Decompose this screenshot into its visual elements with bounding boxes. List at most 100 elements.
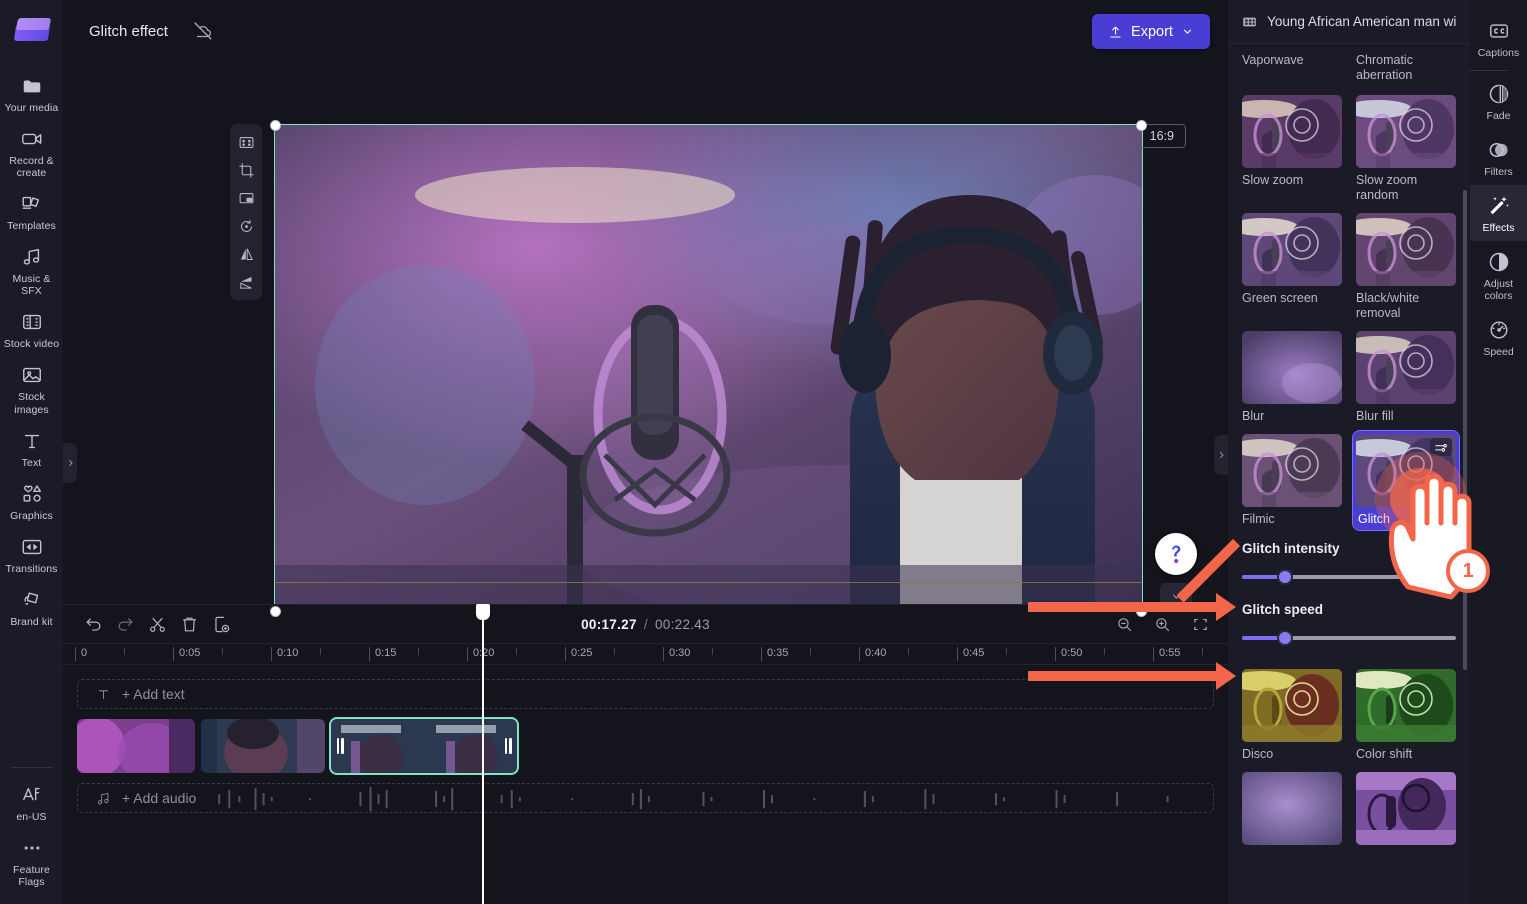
resize-handle-tl[interactable] <box>270 120 281 131</box>
video-preview-area: 16:9 <box>63 62 1228 648</box>
effect-item-slow-zoom[interactable]: Slow zoom <box>1242 95 1342 203</box>
ruler-label: 0:55 <box>1159 647 1181 659</box>
fit-frame-icon[interactable] <box>232 129 260 155</box>
timeline: 00:17.27 / 00:22.43 0 0:05 0:10 0:15 0:2… <box>63 604 1228 904</box>
tab-filters[interactable]: Filters <box>1470 129 1527 185</box>
nav-label: Transitions <box>5 562 58 575</box>
sidebar-item-record-create[interactable]: Record & create <box>0 120 63 185</box>
sidebar-item-graphics[interactable]: Graphics <box>0 475 63 528</box>
sidebar-item-brand-kit[interactable]: Brand kit <box>0 581 63 634</box>
effect-item[interactable]: Chromatic aberration <box>1356 48 1456 83</box>
scissors-icon[interactable] <box>141 609 173 639</box>
effect-thumbnail <box>1356 772 1456 845</box>
sidebar-item-stock-images[interactable]: Stock images <box>0 356 63 421</box>
media-folder-icon <box>19 74 45 98</box>
ruler-label: 0:40 <box>865 647 887 659</box>
effect-thumbnail <box>1356 331 1456 404</box>
time-separator: / <box>643 616 648 632</box>
slider-control[interactable] <box>1242 627 1456 649</box>
pip-icon[interactable] <box>232 185 260 211</box>
effect-label: Slow zoom <box>1242 173 1304 187</box>
resize-handle-tr[interactable] <box>1136 120 1147 131</box>
effect-label: Blur <box>1242 409 1265 423</box>
collapse-right-panel-button[interactable] <box>1214 435 1228 475</box>
export-button-label: Export <box>1131 23 1173 40</box>
help-button[interactable] <box>1155 533 1197 575</box>
timeline-toolbar: 00:17.27 / 00:22.43 <box>63 605 1228 643</box>
cloud-off-icon[interactable] <box>186 15 220 47</box>
effect-item-item[interactable] <box>1242 772 1342 845</box>
ruler-label: 0:15 <box>375 647 397 659</box>
effect-item-slow-zoom-random[interactable]: Slow zoom random <box>1356 95 1456 203</box>
film-strip-icon <box>1243 17 1256 26</box>
sidebar-item-your-media[interactable]: Your media <box>0 67 63 120</box>
tab-speed[interactable]: Speed <box>1470 309 1527 365</box>
sidebar-item-transitions[interactable]: Transitions <box>0 528 63 581</box>
transitions-icon <box>19 535 45 559</box>
slider-control[interactable] <box>1242 566 1456 588</box>
crop-icon[interactable] <box>232 157 260 183</box>
rotate-icon[interactable] <box>232 213 260 239</box>
effect-item-item[interactable] <box>1356 772 1456 845</box>
resize-handle-bl[interactable] <box>270 606 281 617</box>
add-audio-track[interactable]: + Add audio <box>77 783 1214 813</box>
effect-item-filmic[interactable]: Filmic <box>1242 434 1342 527</box>
effect-label: Color shift <box>1356 747 1413 761</box>
panel-scrollbar[interactable] <box>1463 190 1467 670</box>
effect-item-blur[interactable]: Blur <box>1242 331 1342 424</box>
effect-item-color-shift[interactable]: Color shift <box>1356 669 1456 762</box>
timeline-ruler[interactable]: 0 0:05 0:10 0:15 0:20 0:25 0:30 0:35 0:40 0:45 0:5… <box>63 643 1228 665</box>
table-row[interactable] <box>329 717 519 775</box>
sidebar-item-music-sfx[interactable]: Music & SFX <box>0 238 63 303</box>
redo-icon[interactable] <box>109 609 141 639</box>
sidebar-item-feature-flags[interactable]: Feature Flags <box>0 829 63 894</box>
filters-icon <box>1486 138 1512 162</box>
sidebar-item-en-us[interactable]: en-US <box>0 776 63 829</box>
ruler-label: 0:50 <box>1061 647 1083 659</box>
ruler-label: 0:05 <box>179 647 201 659</box>
close-hint-button[interactable] <box>1160 583 1192 609</box>
effect-item-black-white-removal[interactable]: Black/white removal <box>1356 213 1456 321</box>
clipchamp-logo <box>13 13 51 47</box>
collapse-left-panel-button[interactable] <box>63 443 77 483</box>
export-button[interactable]: Export <box>1092 14 1210 49</box>
effect-item-green-screen[interactable]: Green screen <box>1242 213 1342 321</box>
preview-image <box>275 125 1142 612</box>
sidebar-item-text[interactable]: Text <box>0 422 63 475</box>
slider-thumb[interactable] <box>1276 569 1293 585</box>
slider-thumb[interactable] <box>1276 630 1293 646</box>
film-strip-icon <box>19 310 45 334</box>
table-row[interactable] <box>77 719 195 773</box>
tab-captions[interactable]: Captions <box>1470 10 1527 66</box>
step-number-badge: 1 <box>1446 549 1490 593</box>
zoom-out-icon[interactable] <box>1108 609 1140 639</box>
project-title[interactable]: Glitch effect <box>77 17 180 46</box>
duplicate-icon[interactable] <box>205 609 237 639</box>
effect-thumbnail <box>1356 669 1456 742</box>
tab-label: Filters <box>1484 166 1513 179</box>
trash-icon[interactable] <box>173 609 205 639</box>
nav-label: Music & SFX <box>12 273 51 298</box>
flip-vertical-icon[interactable] <box>232 269 260 295</box>
clip-trim-handle-right[interactable] <box>503 737 513 755</box>
tab-effects[interactable]: Effects <box>1470 185 1527 242</box>
effect-item-disco[interactable]: Disco <box>1242 669 1342 762</box>
tab-adjust-colors[interactable]: Adjust colors <box>1470 241 1527 309</box>
undo-icon[interactable] <box>77 609 109 639</box>
add-text-track[interactable]: + Add text <box>77 679 1214 709</box>
zoom-fit-icon[interactable] <box>1184 609 1216 639</box>
effect-item[interactable]: Vaporwave <box>1242 48 1342 83</box>
sidebar-item-templates[interactable]: Templates <box>0 185 63 238</box>
video-canvas[interactable] <box>274 124 1143 613</box>
resize-handle-br[interactable] <box>1136 606 1147 617</box>
effect-label: Vaporwave <box>1242 53 1304 67</box>
zoom-in-icon[interactable] <box>1146 609 1178 639</box>
clip-trim-handle-left[interactable] <box>335 737 345 755</box>
flip-horizontal-icon[interactable] <box>232 241 260 267</box>
effect-item-blur-fill[interactable]: Blur fill <box>1356 331 1456 424</box>
ellipsis-icon <box>19 836 45 860</box>
sidebar-item-stock-video[interactable]: Stock video <box>0 303 63 356</box>
music-note-icon <box>19 245 45 269</box>
table-row[interactable] <box>201 719 325 773</box>
tab-fade[interactable]: Fade <box>1470 73 1527 129</box>
